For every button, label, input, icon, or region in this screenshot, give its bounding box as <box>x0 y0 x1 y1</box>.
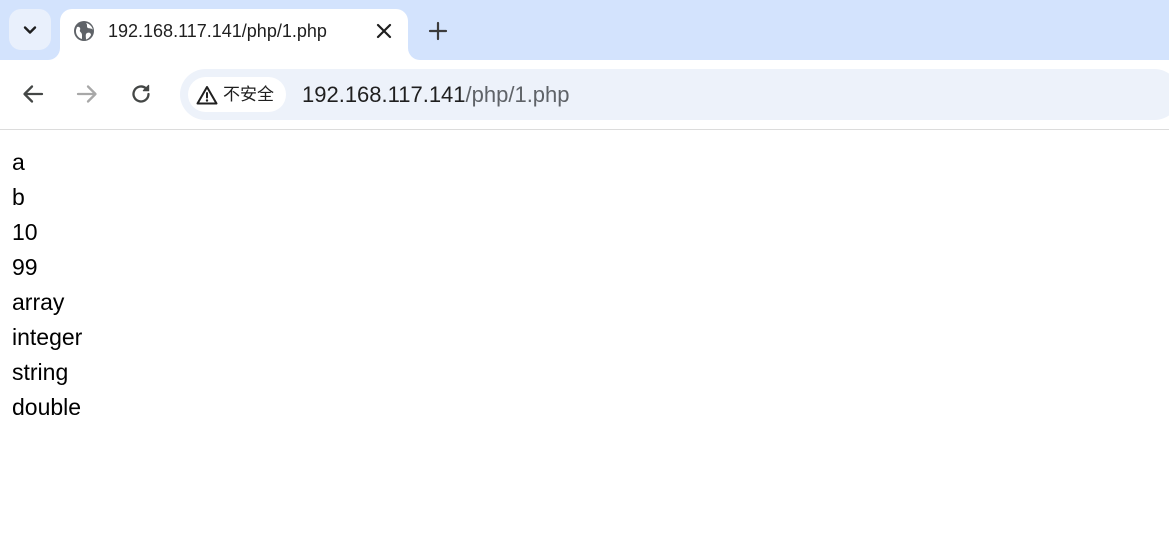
arrow-left-icon <box>23 85 44 103</box>
tab-close-button[interactable] <box>372 19 396 43</box>
plus-icon <box>428 21 448 41</box>
globe-icon <box>74 21 94 41</box>
close-icon <box>376 23 392 39</box>
active-tab[interactable]: 192.168.117.141/php/1.php <box>60 9 408 60</box>
output-line: b <box>12 184 25 210</box>
toolbar: 不安全 192.168.117.141/php/1.php <box>0 60 1169 130</box>
output-line: a <box>12 149 25 175</box>
page-content: a b 10 99 array integer string double <box>12 145 82 425</box>
security-indicator[interactable]: 不安全 <box>188 77 286 112</box>
url-path: /php/1.php <box>465 82 570 107</box>
output-line: double <box>12 394 82 420</box>
tab-search-button[interactable] <box>9 9 51 50</box>
back-button[interactable] <box>19 80 47 108</box>
new-tab-button[interactable] <box>425 18 451 44</box>
reload-icon <box>132 84 150 103</box>
output-line: 10 <box>12 219 38 245</box>
tab-strip: 192.168.117.141/php/1.php <box>0 0 1169 60</box>
output-line: string <box>12 359 69 385</box>
url-host: 192.168.117.141 <box>302 82 466 107</box>
security-label: 不安全 <box>223 84 274 105</box>
url-text[interactable]: 192.168.117.141/php/1.php <box>302 82 570 108</box>
reload-button[interactable] <box>127 80 155 108</box>
warning-icon <box>196 85 218 104</box>
forward-button[interactable] <box>73 80 101 108</box>
chevron-down-icon <box>23 25 37 34</box>
address-bar[interactable]: 不安全 192.168.117.141/php/1.php <box>180 69 1169 120</box>
output-line: 99 <box>12 254 38 280</box>
tab-title: 192.168.117.141/php/1.php <box>108 21 327 41</box>
output-line: array <box>12 289 65 315</box>
arrow-right-icon <box>76 85 97 103</box>
output-line: integer <box>12 324 83 350</box>
